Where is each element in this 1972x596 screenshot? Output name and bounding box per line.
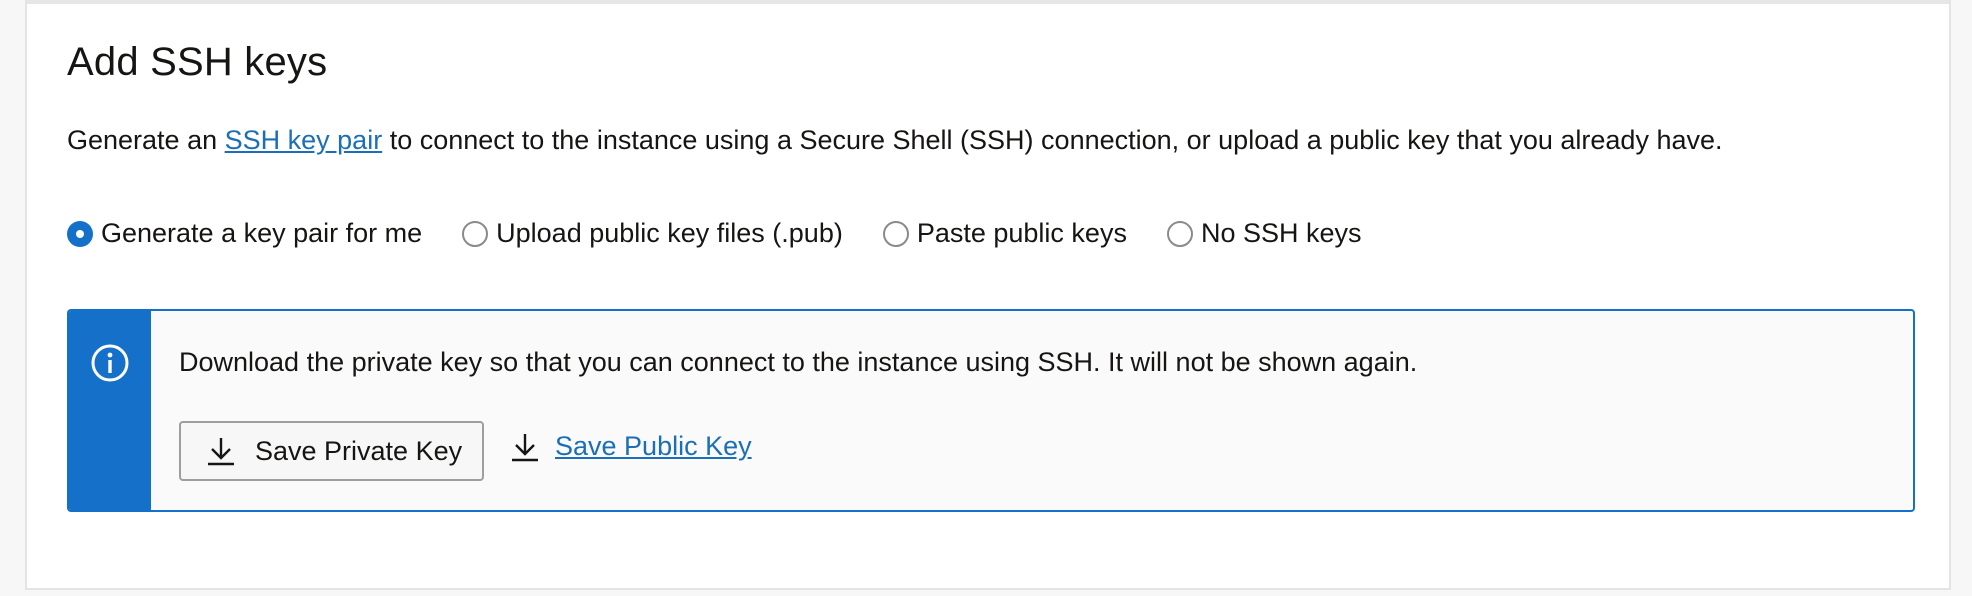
info-message: Download the private key so that you can… (179, 347, 1418, 377)
radio-button-generate[interactable] (67, 220, 93, 247)
info-icon (91, 344, 129, 382)
description-text-before: Generate an (67, 125, 225, 155)
description-text-after: to connect to the instance using a Secur… (382, 125, 1723, 155)
add-ssh-keys-panel: Add SSH keys Generate an SSH key pair to… (25, 0, 1951, 590)
radio-label-paste: Paste public keys (916, 218, 1127, 248)
radio-option-upload[interactable]: Upload public key files (.pub) (462, 218, 843, 249)
radio-button-none[interactable] (1166, 220, 1193, 247)
radio-option-paste[interactable]: Paste public keys (882, 218, 1127, 249)
save-public-key-label[interactable]: Save Public Key (555, 431, 752, 462)
download-icon (512, 433, 538, 461)
radio-option-generate[interactable]: Generate a key pair for me (67, 218, 422, 249)
radio-label-generate: Generate a key pair for me (101, 218, 423, 248)
radio-label-none: No SSH keys (1200, 218, 1362, 248)
info-message-box: Download the private key so that you can… (67, 309, 1915, 512)
section-description: Generate an SSH key pair to connect to t… (67, 125, 1723, 156)
radio-button-upload[interactable] (462, 220, 489, 247)
radio-button-paste[interactable] (882, 220, 909, 247)
save-public-key-link[interactable]: Save Public Key (511, 431, 752, 462)
save-private-key-button[interactable]: Save Private Key (179, 421, 484, 481)
radio-option-none[interactable]: No SSH keys (1166, 218, 1362, 249)
section-title: Add SSH keys (67, 40, 328, 84)
info-strip (69, 311, 151, 510)
radio-label-upload: Upload public key files (.pub) (496, 218, 843, 248)
save-private-key-label: Save Private Key (255, 435, 463, 466)
download-icon (208, 438, 234, 466)
ssh-key-pair-link[interactable]: SSH key pair (225, 125, 383, 155)
ssh-key-options: Generate a key pair for me Upload public… (67, 218, 1362, 249)
